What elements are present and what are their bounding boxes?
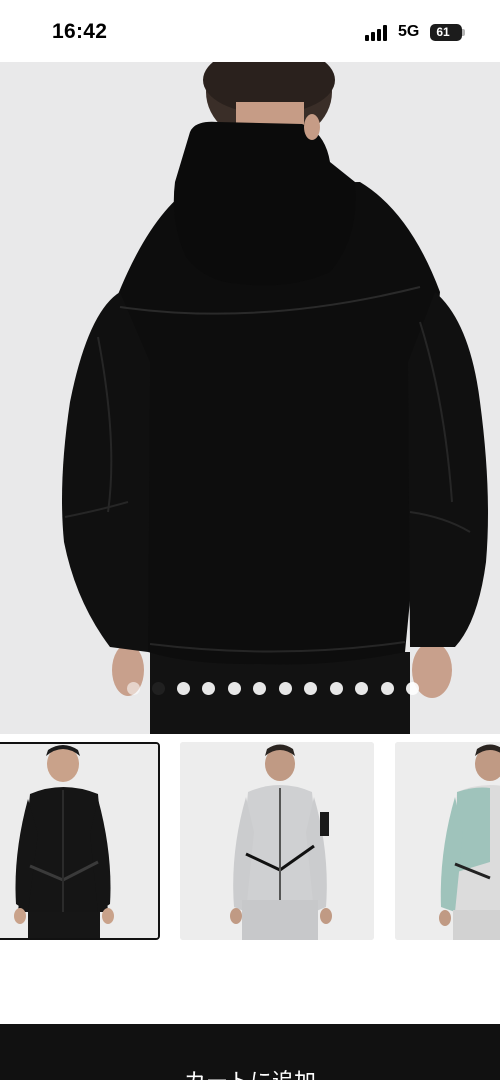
thumbnail-strip: [0, 742, 500, 942]
carousel-dot[interactable]: [406, 682, 419, 695]
carousel-dots: [0, 682, 500, 696]
product-main-image[interactable]: [0, 62, 500, 734]
carousel-dot[interactable]: [355, 682, 368, 695]
carousel-dot[interactable]: [253, 682, 266, 695]
thumbnail-grey[interactable]: [180, 742, 374, 940]
battery-icon: 61: [430, 24, 462, 41]
carousel-dot[interactable]: [228, 682, 241, 695]
thumbnail-mint[interactable]: [395, 742, 500, 940]
status-bar: 16:42 5G 61: [0, 0, 500, 62]
carousel-dot[interactable]: [177, 682, 190, 695]
signal-icon: [365, 25, 391, 41]
thumbnail-mint-image: [395, 742, 500, 940]
carousel-dot-active[interactable]: [152, 682, 165, 695]
status-time: 16:42: [52, 20, 108, 43]
add-to-cart-button[interactable]: カートに追加: [0, 1024, 500, 1080]
thumbnail-grey-image: [180, 742, 374, 940]
carousel-dot[interactable]: [202, 682, 215, 695]
network-type: 5G: [398, 23, 420, 40]
carousel-dot[interactable]: [279, 682, 292, 695]
battery-percentage: 61: [436, 25, 450, 39]
add-to-cart-label: カートに追加: [0, 1064, 500, 1080]
thumbnail-black[interactable]: [0, 742, 160, 940]
carousel-dot[interactable]: [381, 682, 394, 695]
battery-cap: [462, 29, 465, 36]
thumbnail-black-image: [0, 744, 158, 938]
carousel-dot[interactable]: [304, 682, 317, 695]
hoodie-back-illustration: [0, 62, 500, 734]
carousel-dot[interactable]: [127, 682, 140, 695]
carousel-dot[interactable]: [330, 682, 343, 695]
